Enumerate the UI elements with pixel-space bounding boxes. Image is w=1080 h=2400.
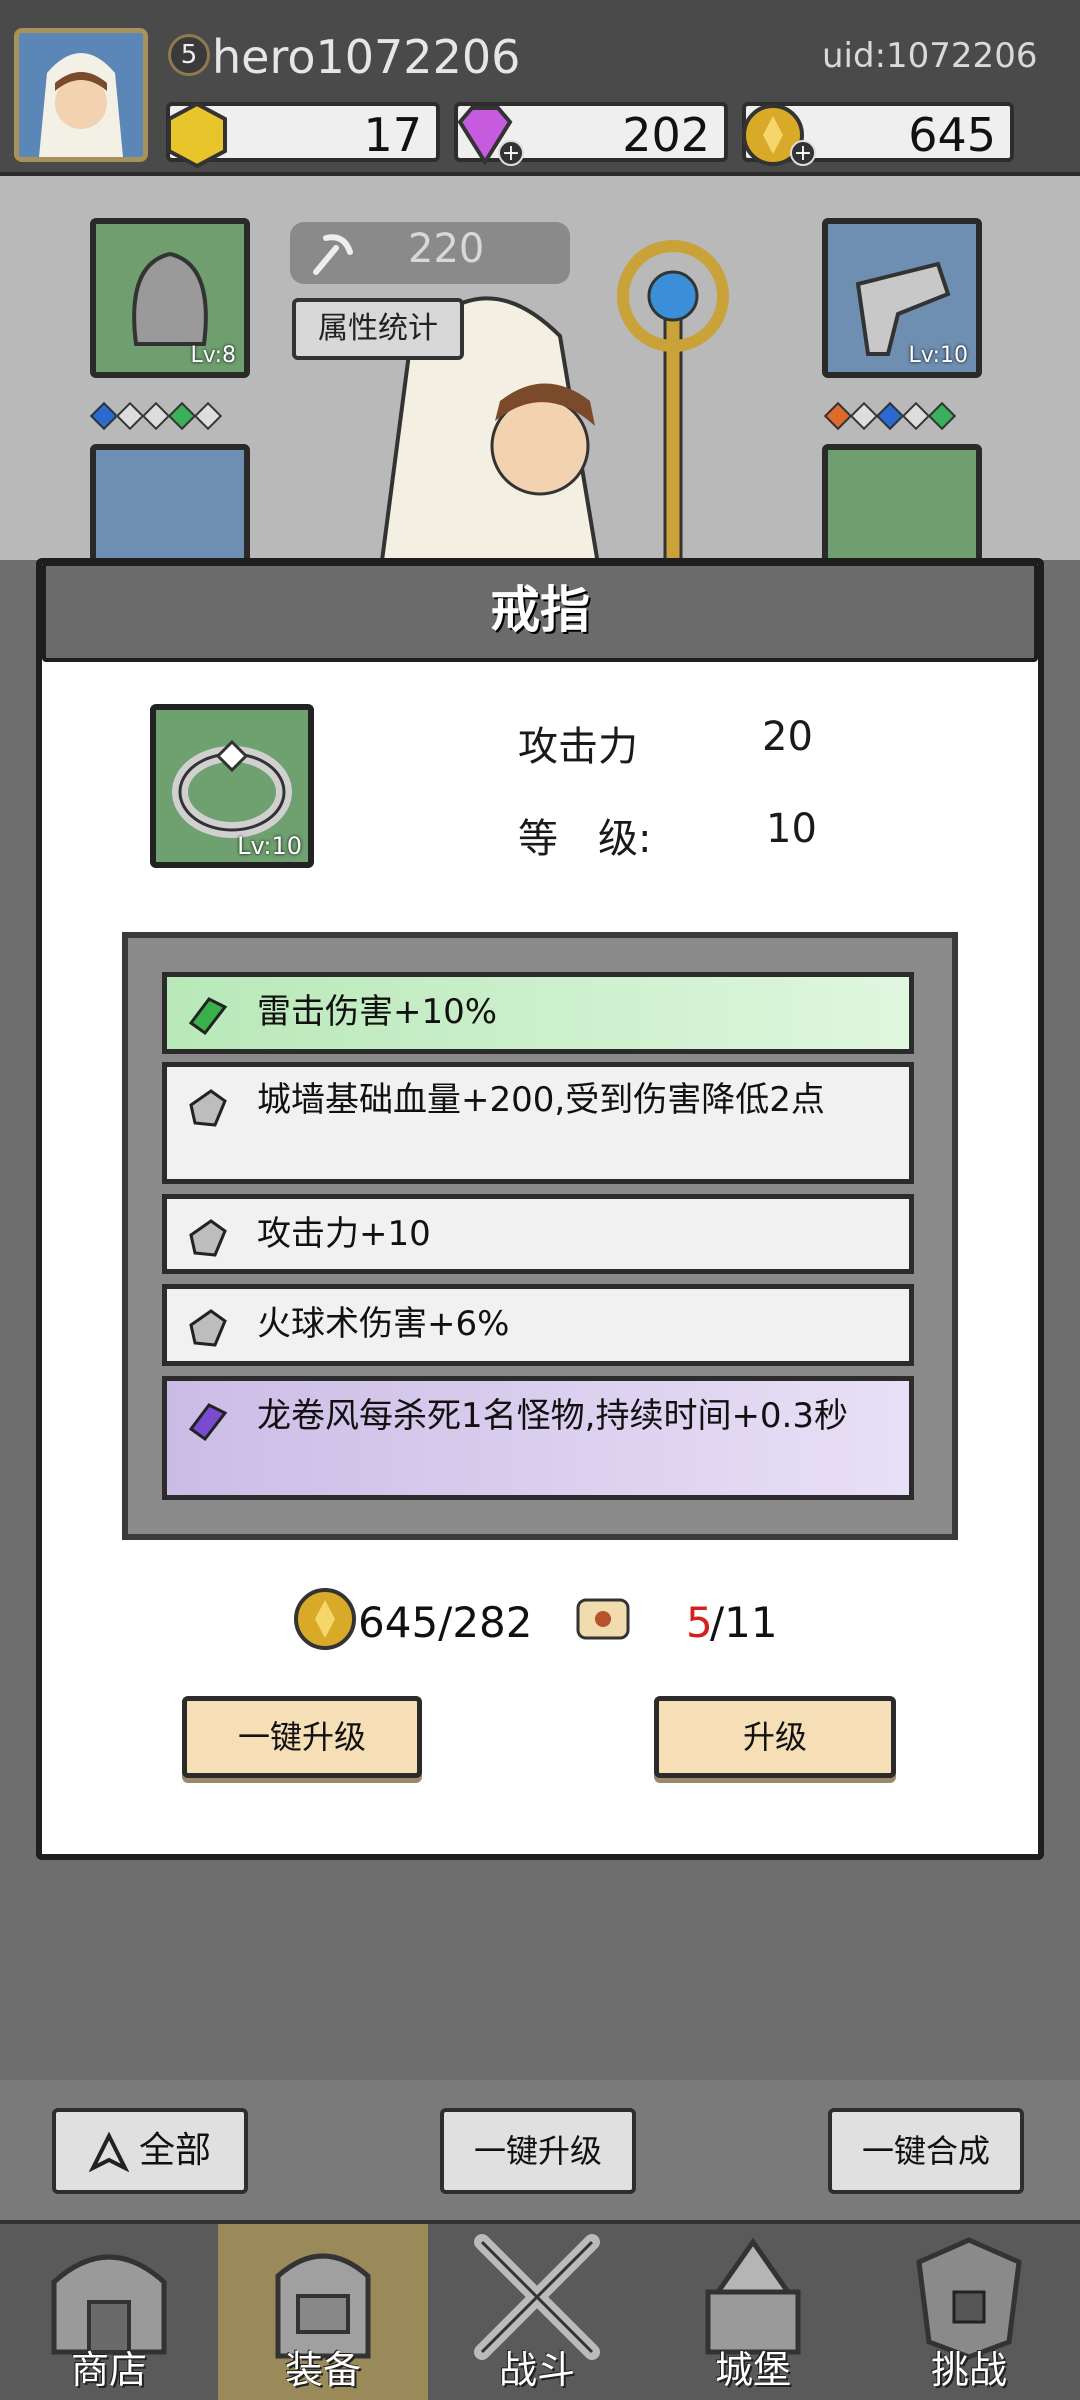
- level-label: 等 级:: [518, 816, 652, 862]
- item-icon: Lv:10: [150, 704, 314, 868]
- one-key-upgrade-all-button[interactable]: 一键升级: [440, 2108, 636, 2194]
- equip-slot-ring[interactable]: [822, 444, 982, 564]
- gray-stone-icon: [189, 1309, 227, 1347]
- attribute-stats-button[interactable]: 属性统计: [292, 298, 464, 360]
- gem-socket-icon: [115, 401, 145, 431]
- resource-gem: + 202: [454, 102, 728, 166]
- tab-castle[interactable]: 城堡: [648, 2224, 858, 2400]
- purple-crystal-icon: [188, 1403, 228, 1442]
- gray-stone-icon: [189, 1219, 227, 1257]
- one-key-upgrade-button[interactable]: 一键升级: [182, 1696, 422, 1778]
- gold-cost: 645/282: [358, 1598, 533, 1647]
- upgrade-button[interactable]: 升级: [654, 1696, 896, 1778]
- player-avatar[interactable]: [14, 28, 148, 162]
- gem-socket-icon: [167, 401, 197, 431]
- affix-item: 火球术伤害+6%: [162, 1284, 914, 1366]
- helmet-gem-sockets: [89, 401, 223, 431]
- tab-challenge[interactable]: 挑战: [864, 2224, 1074, 2400]
- gem-socket-icon: [849, 401, 879, 431]
- affix-item: 龙卷风每杀死1名怪物,持续时间+0.3秒: [162, 1376, 914, 1500]
- scroll-icon: [576, 1598, 630, 1640]
- equip-slot-gloves[interactable]: Lv:10: [822, 218, 982, 378]
- gem-socket-icon: [875, 401, 905, 431]
- gem-socket-icon: [141, 401, 171, 431]
- gem-socket-icon: [901, 401, 931, 431]
- modal-title: 戒指: [490, 581, 590, 639]
- tab-battle[interactable]: 战斗: [432, 2224, 642, 2400]
- filter-all-button[interactable]: 全部: [52, 2108, 248, 2194]
- triangle-filter-icon: [88, 2131, 130, 2173]
- gold-hex-icon: [167, 101, 227, 169]
- tab-equipment[interactable]: 装备: [218, 2224, 428, 2400]
- green-crystal-icon: [188, 997, 228, 1036]
- attack-value: 20: [762, 714, 813, 760]
- gloves-gem-sockets: [823, 401, 957, 431]
- tab-shop[interactable]: 商店: [4, 2224, 214, 2400]
- add-gem-button[interactable]: +: [498, 140, 524, 166]
- resource-gold-hex: 17: [166, 101, 440, 169]
- gold-coin-icon: [294, 1588, 356, 1650]
- one-key-merge-button[interactable]: 一键合成: [828, 2108, 1024, 2194]
- level-value: 10: [766, 806, 817, 852]
- player-uid: uid:1072206: [822, 36, 1038, 76]
- gem-socket-icon: [89, 401, 119, 431]
- affix-item: 攻击力+10: [162, 1194, 914, 1274]
- scroll-required: /11: [710, 1598, 778, 1647]
- scroll-current: 5: [686, 1598, 713, 1647]
- power-value: 220: [408, 226, 485, 272]
- gray-stone-icon: [189, 1089, 227, 1127]
- affix-item: 雷击伤害+10%: [162, 972, 914, 1054]
- gem-socket-icon: [927, 401, 957, 431]
- player-name: hero1072206: [212, 30, 521, 84]
- add-coin-button[interactable]: +: [790, 140, 816, 166]
- affix-item: 城墙基础血量+200,受到伤害降低2点: [162, 1062, 914, 1184]
- avatar-portrait-icon: [19, 33, 143, 157]
- gem-socket-icon: [823, 401, 853, 431]
- resource-coin: + 645: [742, 102, 1014, 166]
- equip-slot-armor[interactable]: [90, 444, 250, 564]
- equip-slot-helmet[interactable]: Lv:8: [90, 218, 250, 378]
- attack-label: 攻击力: [518, 724, 638, 770]
- player-level-badge: 5: [168, 34, 210, 76]
- gem-socket-icon: [193, 401, 223, 431]
- pickaxe-icon: [313, 234, 353, 275]
